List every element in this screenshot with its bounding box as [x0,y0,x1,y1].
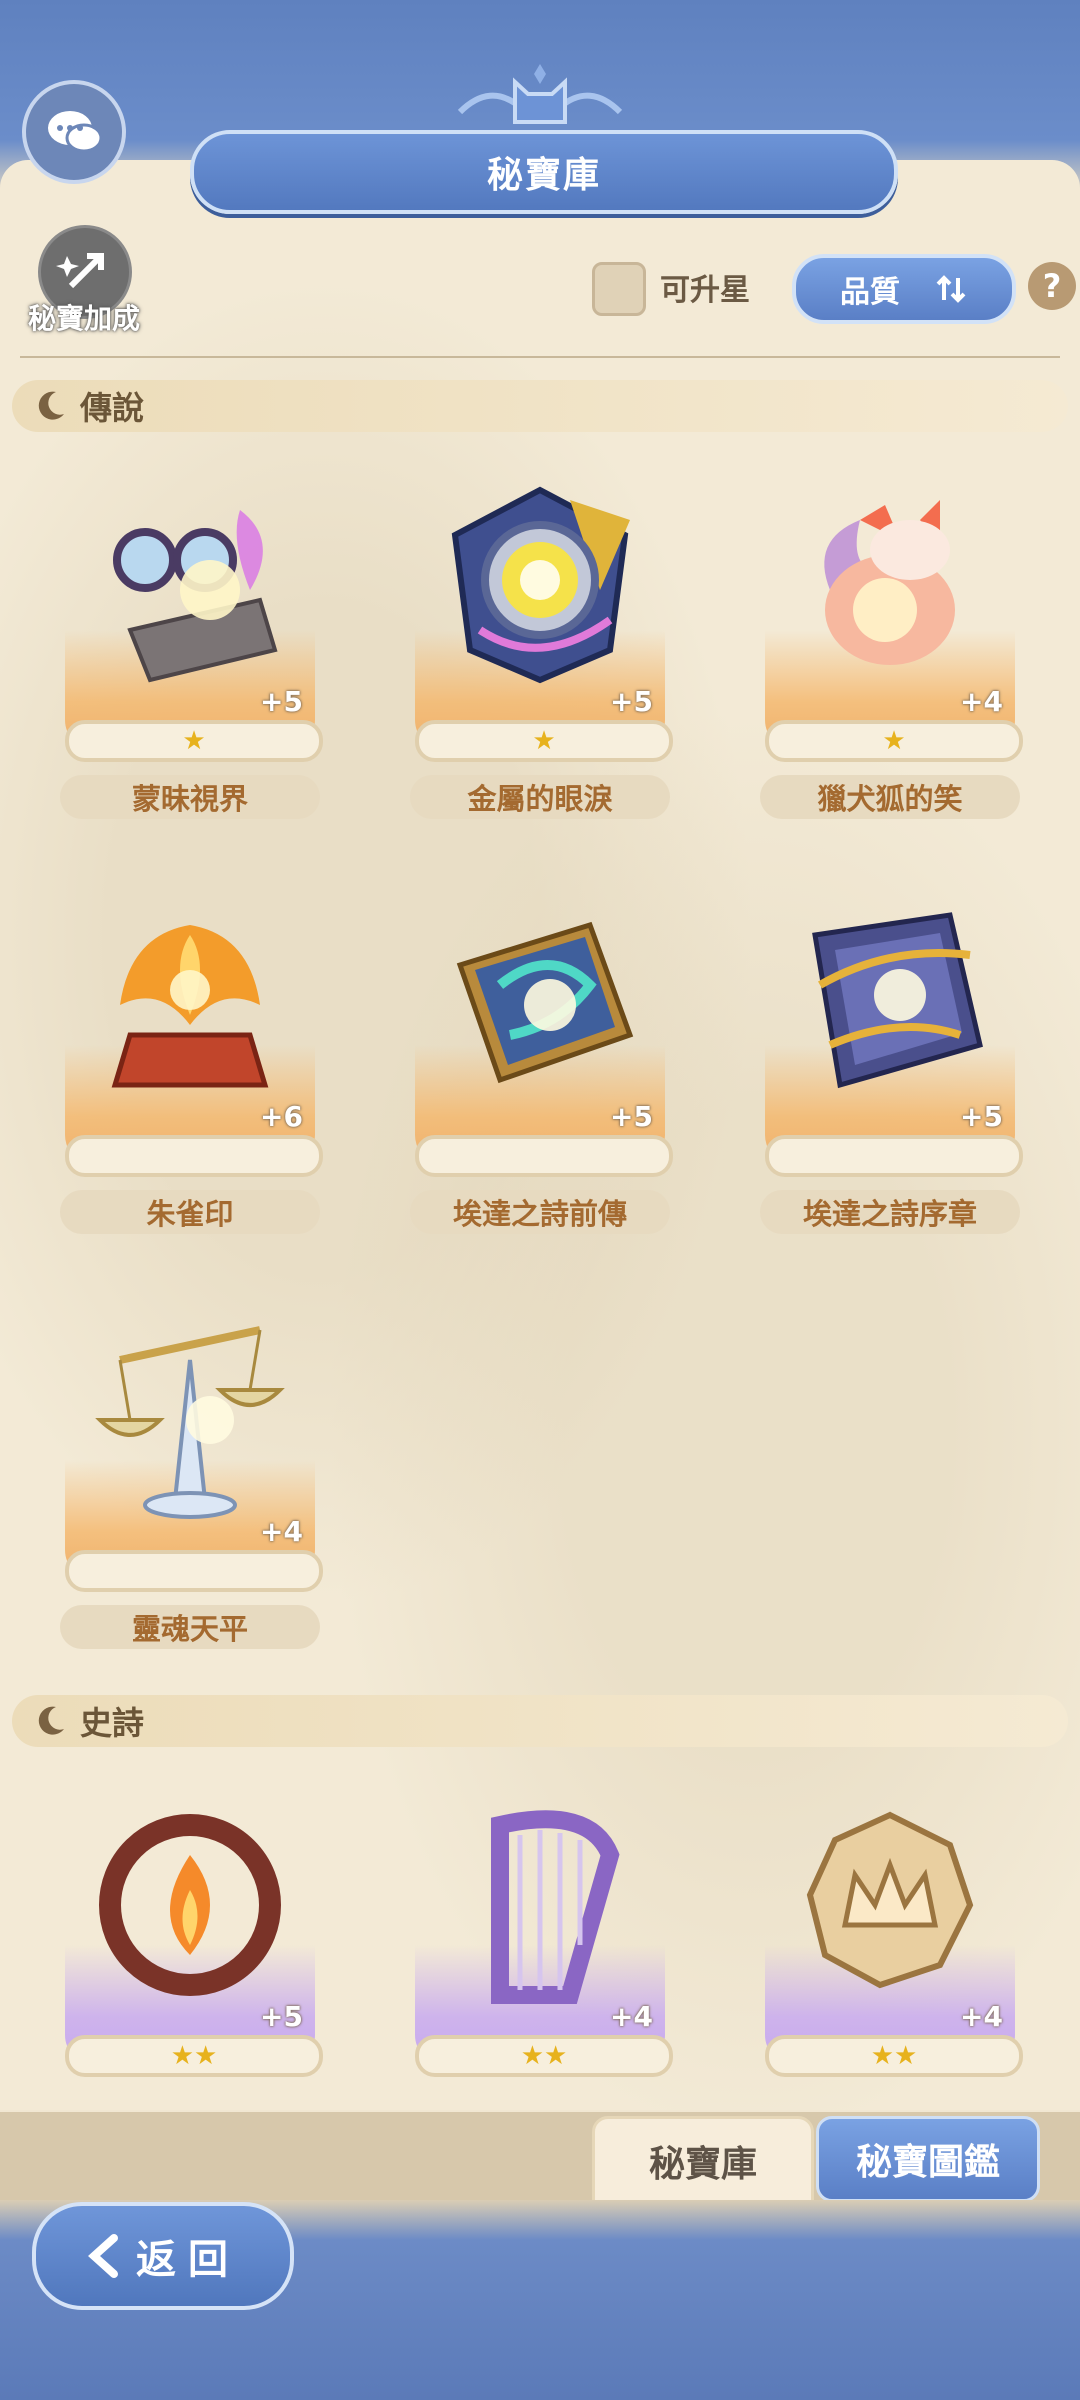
book-prologue-artifact-icon [812,912,983,1089]
level-badge: +5 [960,1100,1003,1133]
star-plate: ★★ [765,2035,1023,2077]
crown-emblem-artifact-icon [806,1811,974,1989]
star-plate [415,1135,673,1177]
star-plate [65,1135,323,1177]
metal-eye-artifact-icon [451,486,630,684]
artifact-card-1[interactable]: ★ +5 蒙昧視界 [60,480,323,819]
section-header-epic: 史詩 [12,1695,1068,1747]
goggles-artifact-icon [113,510,278,683]
artifact-card-10[interactable]: ★★ +4 [760,1795,1023,2115]
artifact-name: 靈魂天平 [60,1605,320,1649]
artifact-card-2[interactable]: ★ +5 金屬的眼淚 [410,480,673,819]
star-plate [65,1550,323,1592]
star-plate: ★★ [415,2035,673,2077]
star-plate: ★ [415,720,673,762]
sort-label: 品質 [840,275,900,310]
chat-icon [48,111,103,153]
back-label: 返回 [136,2237,240,2283]
artifact-card-3[interactable]: ★ +4 獵犬狐的笑 [760,480,1023,819]
divider [20,356,1060,358]
level-badge: +5 [610,1100,653,1133]
moon-icon [38,1706,64,1735]
back-button[interactable]: 返回 [32,2202,294,2310]
artifact-card-6[interactable]: +5 埃達之詩序章 [760,895,1023,1234]
artifact-name: 朱雀印 [60,1190,320,1234]
star-plate: ★ [65,720,323,762]
artifact-card-5[interactable]: +5 埃達之詩前傳 [410,895,673,1234]
level-badge: +4 [610,2000,653,2033]
tab-vault[interactable]: 秘寶庫 [592,2116,814,2206]
level-badge: +6 [260,1100,303,1133]
level-badge: +4 [960,685,1003,718]
upgradeable-checkbox[interactable] [592,262,646,316]
page-title: 秘寶庫 [486,155,601,196]
level-badge: +4 [260,1515,303,1548]
level-badge: +5 [610,685,653,718]
harp-artifact-icon [491,1810,620,2004]
back-arrow-icon [88,2234,118,2278]
artifact-name: 獵犬狐的笑 [760,775,1020,819]
upgradeable-label: 可升星 [660,273,750,308]
sort-quality-button[interactable]: 品質 [792,254,1016,324]
bonus-label: 秘寶加成 [27,302,140,335]
fox-artifact-icon [824,500,955,665]
section-title: 史詩 [80,1704,145,1742]
moon-icon [38,391,64,420]
help-button[interactable]: ? [1028,262,1076,310]
artifact-card-7[interactable]: +4 靈魂天平 [60,1310,323,1649]
artifact-name: 埃達之詩序章 [760,1190,1020,1234]
section-title: 傳說 [80,389,145,427]
artifact-card-9[interactable]: ★★ +4 [410,1795,673,2115]
star-plate: ★ [765,720,1023,762]
book-prequel-artifact-icon [456,921,634,1084]
artifact-name: 金屬的眼淚 [410,775,670,819]
title-banner: 秘寶庫 [190,130,898,214]
flame-ring-artifact-icon [99,1814,281,1996]
level-badge: +5 [260,2000,303,2033]
section-header-legendary: 傳說 [12,380,1068,432]
star-plate [765,1135,1023,1177]
tab-codex[interactable]: 秘寶圖鑑 [816,2116,1040,2202]
artifact-bonus-button[interactable]: 秘寶加成 [14,225,154,340]
star-plate: ★★ [65,2035,323,2077]
artifact-name: 埃達之詩前傳 [410,1190,670,1234]
artifact-card-4[interactable]: +6 朱雀印 [60,895,323,1234]
cat-crest-icon [457,64,623,124]
soul-scale-artifact-icon [95,1326,285,1519]
chat-button[interactable] [22,80,126,184]
sort-toggle-icon [936,275,966,303]
level-badge: +4 [960,2000,1003,2033]
level-badge: +5 [260,685,303,718]
artifact-card-8[interactable]: ★★ +5 [60,1795,323,2115]
phoenix-seal-artifact-icon [111,925,269,1088]
artifact-name: 蒙昧視界 [60,775,320,819]
